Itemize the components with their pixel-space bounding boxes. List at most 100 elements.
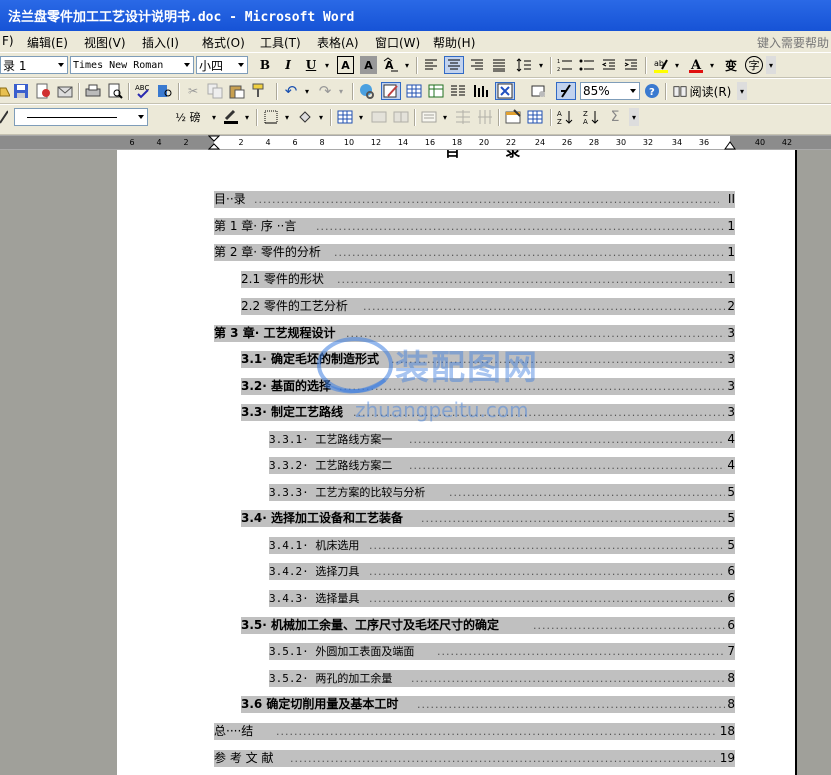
char-border-button[interactable]: A [337,56,354,74]
menu-view[interactable]: 视图(V) [84,34,126,51]
document-page[interactable]: 目 录 目··录 ...............................… [117,150,797,775]
split-cells-icon[interactable] [392,108,410,126]
undo-dropdown-icon[interactable]: ▾ [302,82,312,100]
line-style-combo[interactable] [14,108,148,126]
toc-entry[interactable]: 3.4· 选择加工设备和工艺装备 .......................… [241,510,735,527]
font-size-combo[interactable]: 小四 [196,56,248,74]
italic-button[interactable]: I [279,56,297,74]
bullets-icon[interactable] [578,56,596,74]
menu-help[interactable]: 帮助(H) [433,34,475,51]
menu-tools[interactable]: 工具(T) [260,34,301,51]
toc-entry[interactable]: 3.3.3· 工艺方案的比较与分析 ......................… [269,484,735,501]
highlight-dropdown-icon[interactable]: ▾ [672,56,682,74]
insert-table-icon[interactable] [405,82,423,100]
toc-entry[interactable]: 3.2· 基面的选择 .............................… [241,378,735,395]
save-icon[interactable] [12,82,30,100]
undo-icon[interactable]: ↶ [282,82,300,100]
pencil-icon[interactable] [0,108,8,126]
toc-entry[interactable]: 3.3.1· 工艺路线方案一 .........................… [269,431,735,448]
drawing-icon[interactable] [471,82,491,100]
toc-entry[interactable]: 3.6 确定切削用量及基本工时 ........................… [241,696,735,713]
horizontal-ruler[interactable]: 6 4 2 2 4 6 8 10 12 14 16 18 20 22 24 26… [0,135,831,150]
style-combo[interactable]: 录 1 [0,56,68,74]
line-weight-dropdown-icon[interactable]: ▾ [209,108,219,126]
toc-entry[interactable]: 3.3.2· 工艺路线方案二 .........................… [269,457,735,474]
menu-table[interactable]: 表格(A) [317,34,359,51]
toolbar2-options-icon[interactable]: ▾ [737,82,747,100]
toc-entry[interactable]: 3.5· 机械加工余量、工序尺寸及毛坯尺寸的确定 ...............… [241,617,735,634]
align-left-icon[interactable] [422,56,440,74]
copy-icon[interactable] [206,82,224,100]
menu-insert[interactable]: 插入(I) [142,34,179,51]
toc-entry[interactable]: 3.5.2· 两孔的加工余量 .........................… [269,670,735,687]
menu-window[interactable]: 窗口(W) [375,34,420,51]
underline-dropdown-icon[interactable]: ▾ [322,56,332,74]
sort-descending-icon[interactable]: ZA [582,108,600,126]
help-icon[interactable]: ? [643,82,661,100]
cut-icon[interactable]: ✂ [184,82,202,100]
toc-entry[interactable]: 第 1 章· 序 ··言 ...........................… [214,218,735,235]
toc-entry[interactable]: 第 3 章· 工艺规程设计 ..........................… [214,325,735,342]
underline-button[interactable]: U [302,56,320,74]
toolbar-options-icon[interactable]: ▾ [766,56,776,74]
line-weight-combo[interactable]: ½ 磅 [166,108,210,126]
toc-entry[interactable]: 2.1 零件的形状 ..............................… [241,271,735,288]
indent-marker-icon[interactable] [208,135,220,150]
highlight-icon[interactable]: ab [651,56,671,74]
shading-color-icon[interactable] [296,108,314,126]
toc-entry[interactable]: 总····结 .................................… [214,723,735,740]
font-color-icon[interactable]: A [686,56,706,74]
table-grid-icon[interactable] [526,108,544,126]
line-spacing-dropdown-icon[interactable]: ▾ [536,56,546,74]
email-icon[interactable] [56,82,74,100]
menu-format[interactable]: 格式(O) [202,34,245,51]
read-mode-button[interactable]: 阅读(R) [671,82,733,100]
increase-indent-icon[interactable] [622,56,640,74]
sort-ascending-icon[interactable]: AZ [556,108,574,126]
research-icon[interactable] [156,82,174,100]
decrease-indent-icon[interactable] [600,56,618,74]
pinyin-guide-button[interactable]: 变 [721,56,741,74]
columns-icon[interactable] [449,82,467,100]
bold-button[interactable]: B [256,56,274,74]
toc-entry[interactable]: 3.3· 制定工艺路线 ............................… [241,404,735,421]
font-combo[interactable]: Times New Roman [70,56,194,74]
numbering-icon[interactable]: 12 [556,56,574,74]
spelling-icon[interactable]: ABC [134,82,152,100]
border-color-icon[interactable] [222,108,240,126]
align-cell-dropdown-icon[interactable]: ▾ [440,108,450,126]
permission-icon[interactable] [34,82,52,100]
redo-dropdown-icon[interactable]: ▾ [336,82,346,100]
autosum-icon[interactable]: Σ [606,108,624,126]
insert-excel-icon[interactable] [427,82,445,100]
align-center-icon[interactable] [444,56,464,74]
merge-cells-icon[interactable] [370,108,388,126]
menu-edit[interactable]: 编辑(E) [27,34,68,51]
toc-entry[interactable]: 3.5.1· 外圆加工表面及端面 .......................… [269,643,735,660]
shading-dropdown-icon[interactable]: ▾ [316,108,326,126]
hyperlink-icon[interactable] [358,82,376,100]
toc-entry[interactable]: 3.4.3· 选择量具 ............................… [269,590,735,607]
thumbnails-icon[interactable] [530,82,548,100]
char-shading-button[interactable]: A [360,56,377,74]
toc-entry[interactable]: 第 2 章· 零件的分析 ...........................… [214,244,735,261]
toc-entry[interactable]: 参 考 文 献 ................................… [214,750,735,767]
font-color-dropdown-icon[interactable]: ▾ [707,56,717,74]
char-scale-dropdown-icon[interactable]: ▾ [402,56,412,74]
toc-entry[interactable]: 目··录 ...................................… [214,191,735,208]
autoformat-icon[interactable] [504,108,522,126]
border-color-dropdown-icon[interactable]: ▾ [242,108,252,126]
char-scale-icon[interactable]: A [382,56,400,74]
toc-entry[interactable]: 3.4.1· 机床选用 ............................… [269,537,735,554]
toc-entry[interactable]: 2.2 零件的工艺分析 ............................… [241,298,735,315]
toc-entry[interactable]: 3.1· 确定毛坯的制造形式 .........................… [241,351,735,368]
document-map-icon[interactable] [495,82,515,100]
right-indent-marker-icon[interactable] [724,139,736,150]
align-right-icon[interactable] [468,56,486,74]
borders-dropdown-icon[interactable]: ▾ [282,108,292,126]
distribute-columns-icon[interactable] [476,108,494,126]
toc-entry[interactable]: 3.4.2· 选择刀具 ............................… [269,563,735,580]
insert-table-2-icon[interactable] [336,108,354,126]
tables-borders-icon[interactable] [381,82,401,100]
print-icon[interactable] [84,82,102,100]
